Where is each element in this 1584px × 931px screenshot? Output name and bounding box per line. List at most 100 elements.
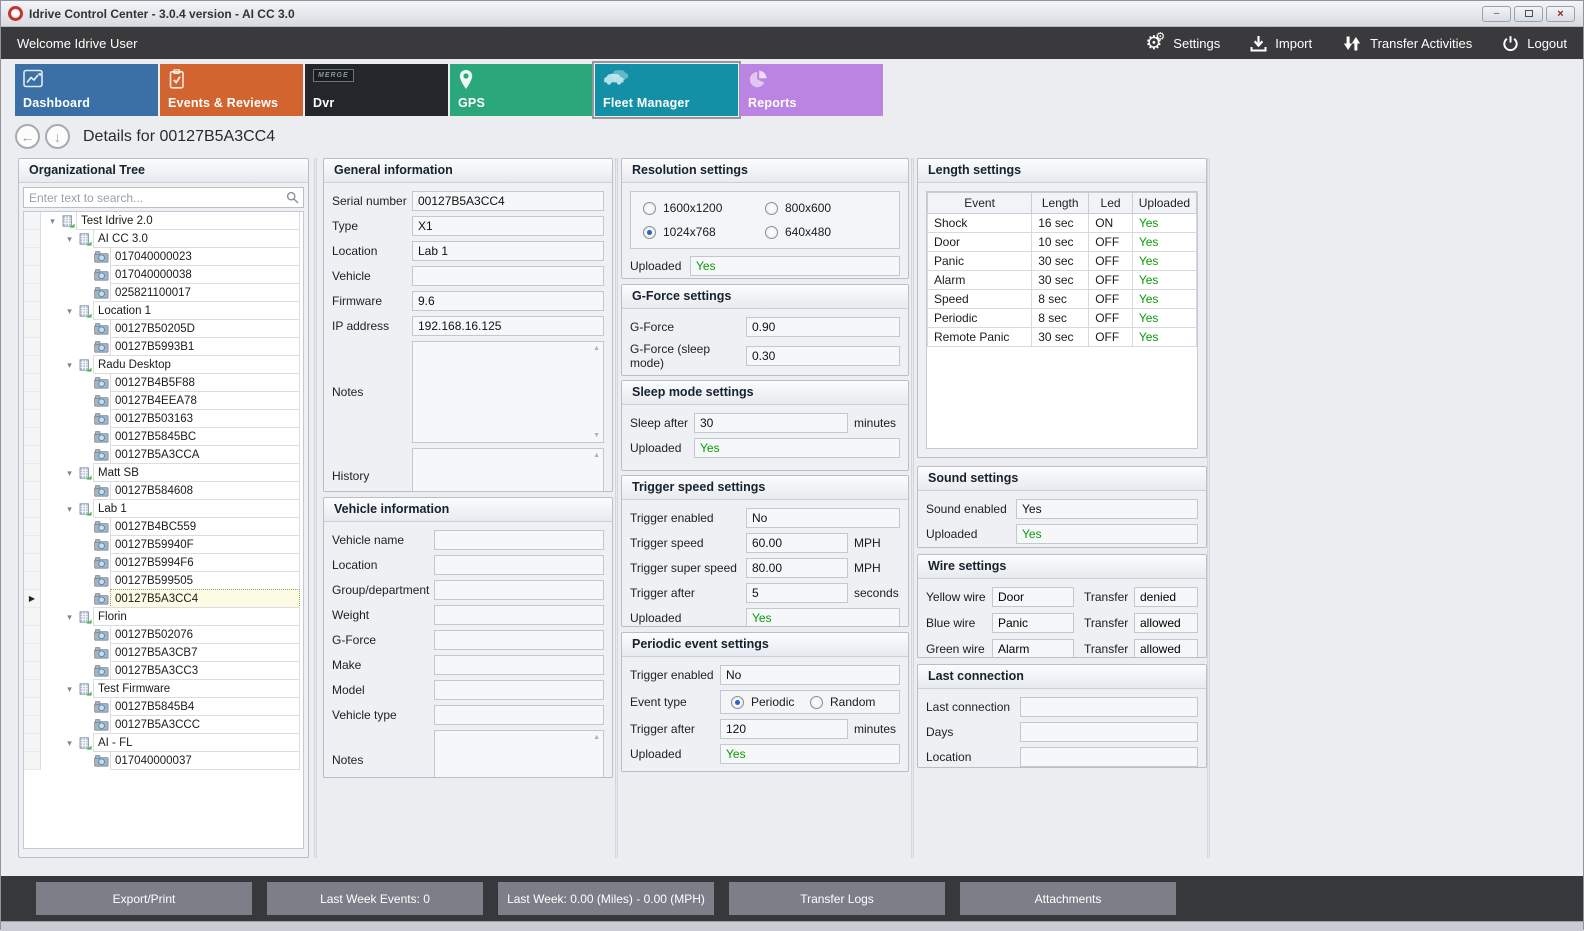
settings-button[interactable]: ⚙⚙Settings bbox=[1145, 34, 1220, 53]
type-input[interactable] bbox=[412, 216, 604, 236]
tree-row-00127b502076[interactable]: 00127B502076 bbox=[24, 626, 303, 644]
back-button[interactable]: ← bbox=[15, 124, 40, 149]
uploaded-input[interactable] bbox=[1016, 524, 1198, 544]
tree-row-017040000037[interactable]: 017040000037 bbox=[24, 752, 303, 770]
expand-arrow-icon[interactable]: ▾ bbox=[63, 608, 76, 626]
tree-row-00127b5a3cca[interactable]: 00127B5A3CCA bbox=[24, 446, 303, 464]
firmware-input[interactable] bbox=[412, 291, 604, 311]
tree-row-00127b59940f[interactable]: 00127B59940F bbox=[24, 536, 303, 554]
uploaded-input[interactable] bbox=[694, 438, 900, 458]
vehicle-name-input[interactable] bbox=[434, 530, 604, 550]
tree-row-test-firmware[interactable]: ▾Test Firmware bbox=[24, 680, 303, 698]
tree-row-017040000023[interactable]: 017040000023 bbox=[24, 248, 303, 266]
notes-textarea[interactable]: ▲▼ bbox=[434, 730, 604, 778]
last-week-events-button[interactable]: Last Week Events: 0 bbox=[267, 882, 483, 915]
ip-address-input[interactable] bbox=[412, 316, 604, 336]
radio-option-640x480[interactable]: 640x480 bbox=[765, 225, 887, 239]
green-wire-transfer-input[interactable] bbox=[1134, 639, 1198, 658]
logout-button[interactable]: Logout bbox=[1502, 35, 1567, 52]
column-splitter[interactable] bbox=[1207, 158, 1210, 858]
transfer-logs-button[interactable]: Transfer Logs bbox=[729, 882, 945, 915]
g-force-sleep-mode-input[interactable] bbox=[746, 346, 900, 366]
radio-option-random[interactable]: Random bbox=[810, 695, 889, 709]
location-input[interactable] bbox=[434, 555, 604, 575]
trigger-after-input[interactable] bbox=[720, 719, 848, 739]
table-row[interactable]: Speed8 secOFFYes bbox=[928, 290, 1197, 309]
green-wire-input[interactable] bbox=[992, 639, 1074, 658]
g-force-input[interactable] bbox=[746, 317, 900, 337]
download-button[interactable]: ↓ bbox=[45, 124, 70, 149]
tree-row-025821100017[interactable]: 025821100017 bbox=[24, 284, 303, 302]
tree-row-florin[interactable]: ▾Florin bbox=[24, 608, 303, 626]
tree-row-00127b5a3cc3[interactable]: 00127B5A3CC3 bbox=[24, 662, 303, 680]
tab-fleet-manager[interactable]: Fleet Manager bbox=[595, 64, 738, 116]
sleep-after-input[interactable] bbox=[694, 413, 848, 433]
tree-row-00127b4b5f88[interactable]: 00127B4B5F88 bbox=[24, 374, 303, 392]
trigger-speed-input[interactable] bbox=[746, 533, 848, 553]
column-splitter[interactable] bbox=[911, 158, 914, 858]
vehicle-type-input[interactable] bbox=[434, 705, 604, 725]
tab-gps[interactable]: GPS bbox=[450, 64, 593, 116]
radio-option-800x600[interactable]: 800x600 bbox=[765, 201, 887, 215]
maximize-button[interactable] bbox=[1514, 6, 1543, 22]
expand-arrow-icon[interactable]: ▾ bbox=[63, 500, 76, 518]
column-splitter[interactable] bbox=[314, 158, 317, 858]
close-button[interactable]: × bbox=[1546, 6, 1575, 22]
model-input[interactable] bbox=[434, 680, 604, 700]
expand-arrow-icon[interactable]: ▾ bbox=[63, 230, 76, 248]
expand-arrow-icon[interactable]: ▾ bbox=[63, 302, 76, 320]
uploaded-input[interactable] bbox=[746, 608, 900, 627]
table-row[interactable]: Shock16 secONYes bbox=[928, 214, 1197, 233]
tab-dashboard[interactable]: Dashboard bbox=[15, 64, 158, 116]
uploaded-input[interactable] bbox=[746, 375, 900, 376]
serial-number-input[interactable] bbox=[412, 191, 604, 211]
table-row[interactable]: Door10 secOFFYes bbox=[928, 233, 1197, 252]
group-department-input[interactable] bbox=[434, 580, 604, 600]
tree-row-00127b5a3cc4[interactable]: ▶00127B5A3CC4 bbox=[24, 590, 303, 608]
column-splitter[interactable] bbox=[615, 158, 618, 858]
tree-row-00127b5993b1[interactable]: 00127B5993B1 bbox=[24, 338, 303, 356]
table-row[interactable]: Alarm30 secOFFYes bbox=[928, 271, 1197, 290]
tree-row-ai-cc-3-0[interactable]: ▾AI CC 3.0 bbox=[24, 230, 303, 248]
transfer-activities-button[interactable]: Transfer Activities bbox=[1342, 35, 1472, 52]
minimize-button[interactable]: – bbox=[1482, 6, 1511, 22]
tree-row-00127b503163[interactable]: 00127B503163 bbox=[24, 410, 303, 428]
vehicle-input[interactable] bbox=[412, 266, 604, 286]
weight-input[interactable] bbox=[434, 605, 604, 625]
tab-events-reviews[interactable]: Events & Reviews bbox=[160, 64, 303, 116]
location-input[interactable] bbox=[1020, 747, 1198, 767]
tree-row-00127b5845b4[interactable]: 00127B5845B4 bbox=[24, 698, 303, 716]
sound-enabled-input[interactable] bbox=[1016, 499, 1198, 519]
expand-arrow-icon[interactable]: ▾ bbox=[63, 356, 76, 374]
tree-row-00127b4eea78[interactable]: 00127B4EEA78 bbox=[24, 392, 303, 410]
tab-reports[interactable]: Reports bbox=[740, 64, 883, 116]
history-textarea[interactable]: ▲▼ bbox=[412, 448, 604, 492]
tree-row-matt-sb[interactable]: ▾Matt SB bbox=[24, 464, 303, 482]
make-input[interactable] bbox=[434, 655, 604, 675]
days-input[interactable] bbox=[1020, 722, 1198, 742]
blue-wire-transfer-input[interactable] bbox=[1134, 613, 1198, 633]
tree-row-radu-desktop[interactable]: ▾Radu Desktop bbox=[24, 356, 303, 374]
attachments-button[interactable]: Attachments bbox=[960, 882, 1176, 915]
last-connection-input[interactable] bbox=[1020, 697, 1198, 717]
table-row[interactable]: Periodic8 secOFFYes bbox=[928, 309, 1197, 328]
export-print-button[interactable]: Export/Print bbox=[36, 882, 252, 915]
notes-textarea[interactable]: ▲▼ bbox=[412, 341, 604, 443]
trigger-super-speed-input[interactable] bbox=[746, 558, 848, 578]
trigger-after-input[interactable] bbox=[746, 583, 848, 603]
table-row[interactable]: Panic30 secOFFYes bbox=[928, 252, 1197, 271]
radio-option-1024x768[interactable]: 1024x768 bbox=[643, 225, 765, 239]
tree-row-00127b599505[interactable]: 00127B599505 bbox=[24, 572, 303, 590]
uploaded-input[interactable] bbox=[690, 256, 900, 276]
expand-arrow-icon[interactable]: ▾ bbox=[63, 680, 76, 698]
tree-row-00127b584608[interactable]: 00127B584608 bbox=[24, 482, 303, 500]
expand-arrow-icon[interactable]: ▾ bbox=[63, 734, 76, 752]
tab-dvr[interactable]: MERGEDvr bbox=[305, 64, 448, 116]
tree-row-location-1[interactable]: ▾Location 1 bbox=[24, 302, 303, 320]
expand-arrow-icon[interactable]: ▾ bbox=[63, 464, 76, 482]
yellow-wire-input[interactable] bbox=[992, 587, 1074, 607]
tree-row-00127b5845bc[interactable]: 00127B5845BC bbox=[24, 428, 303, 446]
table-row[interactable]: Remote Panic30 secOFFYes bbox=[928, 328, 1197, 347]
location-input[interactable] bbox=[412, 241, 604, 261]
g-force-input[interactable] bbox=[434, 630, 604, 650]
